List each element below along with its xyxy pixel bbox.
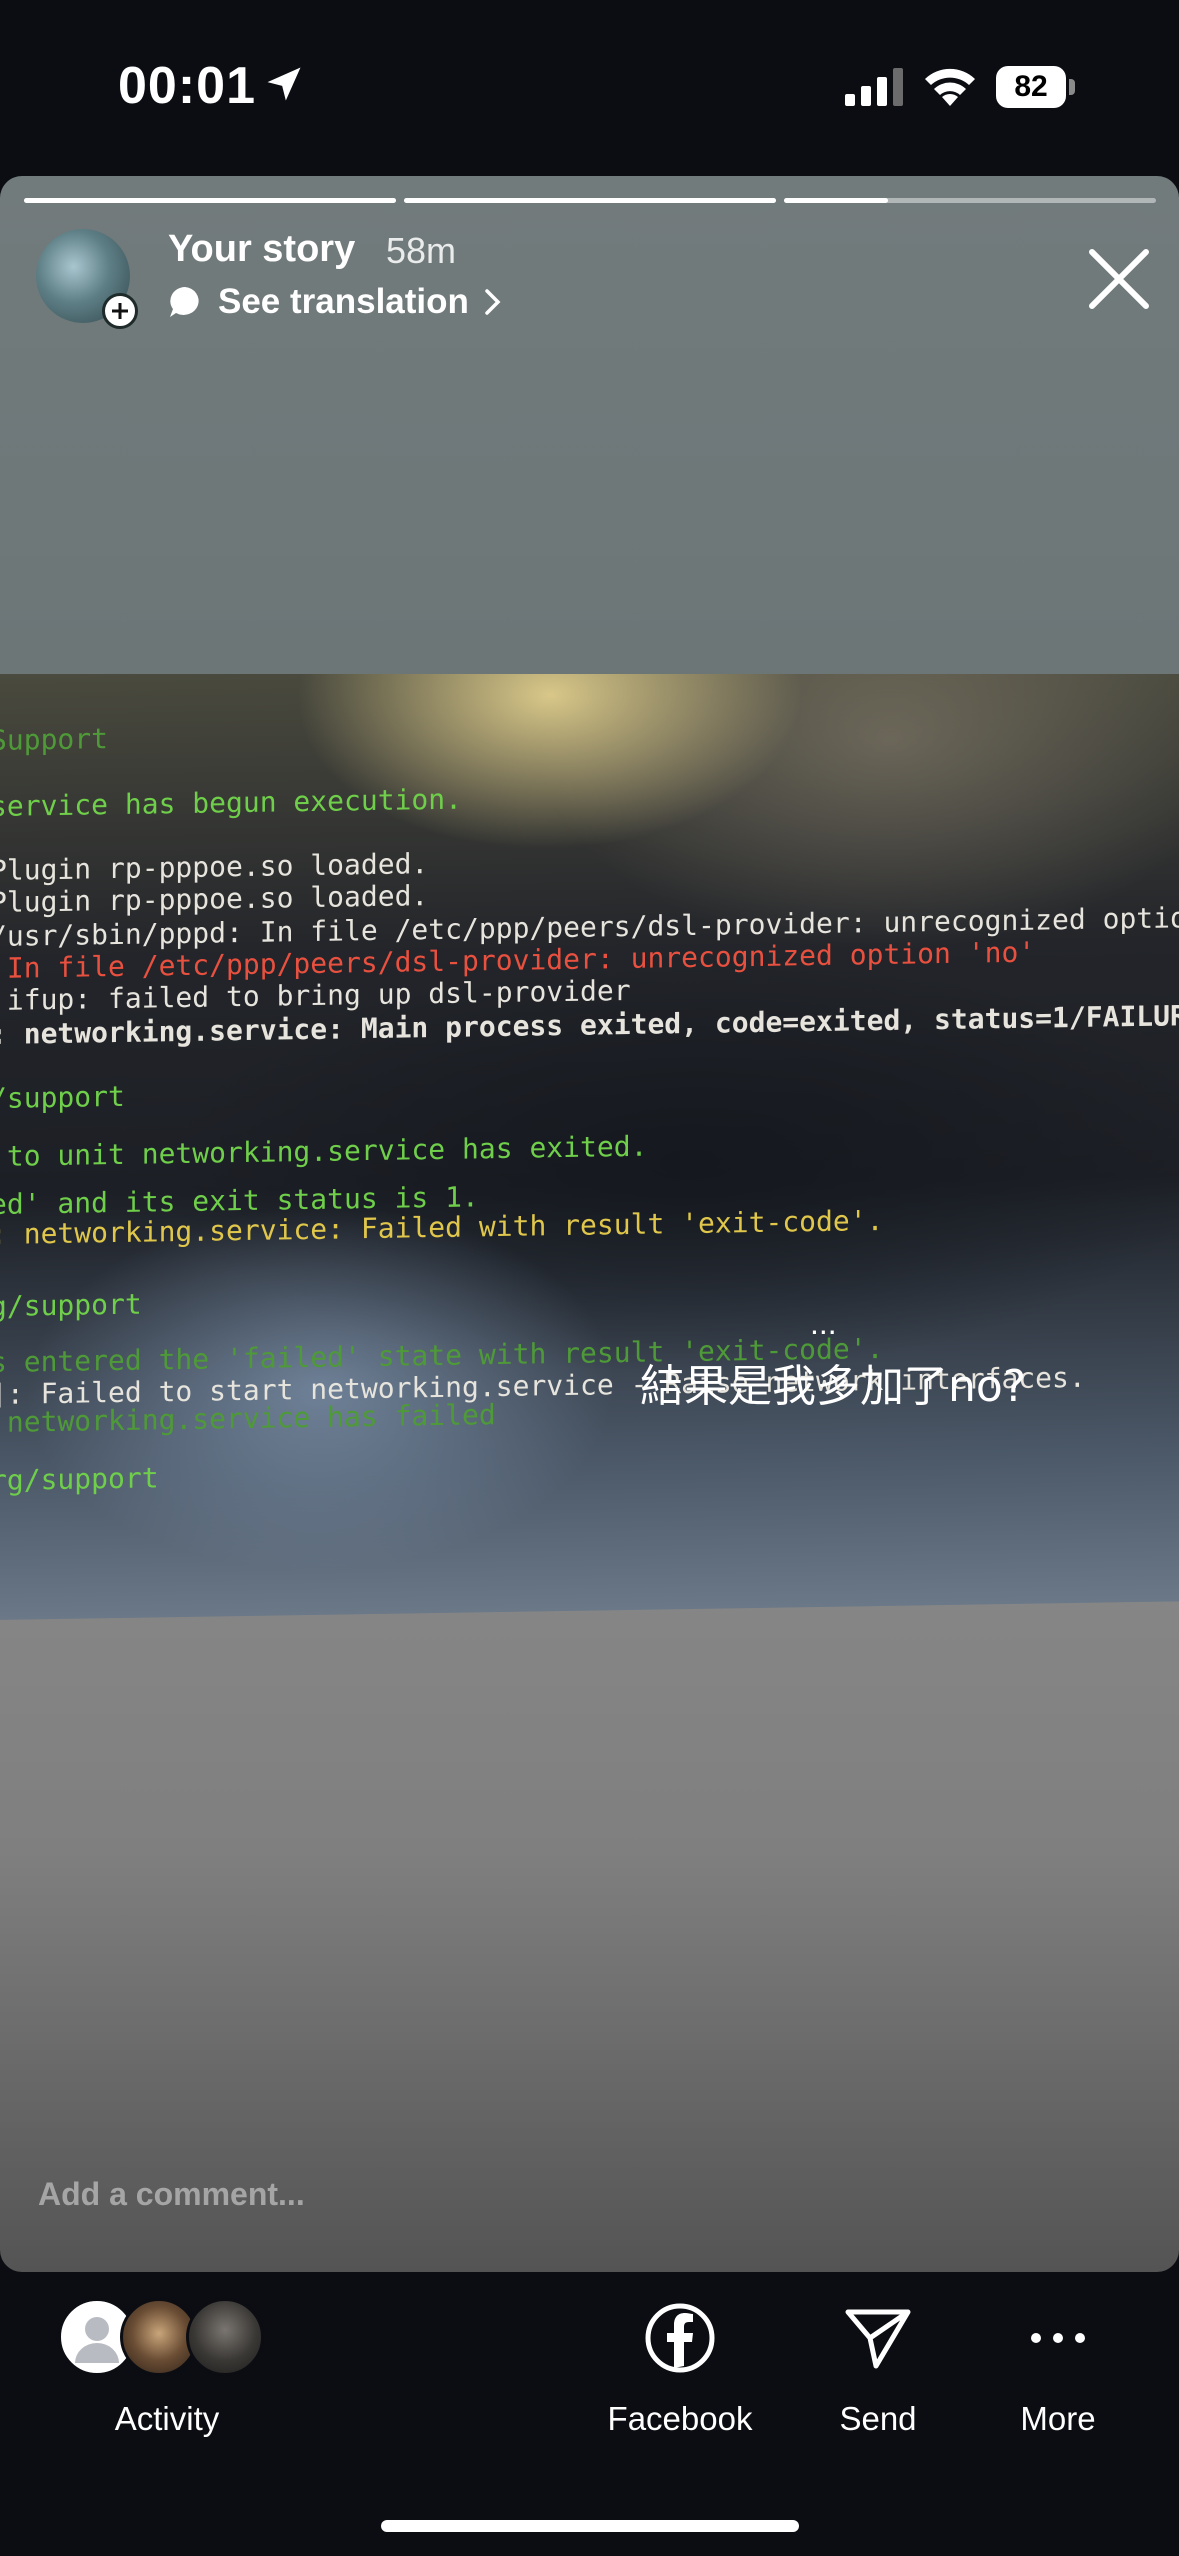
see-translation-label: See translation: [218, 282, 469, 321]
story-text-overlay: 結果是我多加了no?: [640, 1361, 1027, 1412]
send-icon[interactable]: [842, 2302, 914, 2374]
story-progress-segment-2: [404, 198, 776, 203]
story-text-ellipsis: ...: [810, 1305, 837, 1341]
terminal-line: /support: [0, 1079, 125, 1115]
add-story-plus-icon[interactable]: [102, 293, 138, 329]
viewer-avatar: [186, 2298, 264, 2376]
speech-bubble-icon: [170, 287, 199, 317]
comment-input[interactable]: Add a comment...: [38, 2176, 305, 2213]
location-arrow-icon: [267, 67, 301, 101]
home-indicator[interactable]: [381, 2520, 799, 2532]
battery-level: 82: [996, 66, 1066, 108]
close-icon[interactable]: [1084, 244, 1154, 314]
wifi-icon: [925, 68, 975, 106]
cellular-signal-icon: [845, 68, 903, 106]
terminal-screen: Support service has begun execution. Plugi…: [0, 674, 1179, 1620]
terminal-line: service has begun execution.: [0, 782, 463, 823]
terminal-line: to unit networking.service has exited.: [0, 1129, 648, 1173]
battery-indicator: 82: [996, 66, 1076, 108]
more-icon[interactable]: [1022, 2302, 1094, 2374]
see-translation-link[interactable]: See translation: [168, 280, 505, 324]
activity-viewers[interactable]: [58, 2298, 278, 2378]
terminal-line: Plugin rp-pppoe.so loaded.: [0, 879, 429, 919]
story-title[interactable]: Your story: [168, 228, 355, 271]
terminal-line: Support: [0, 722, 109, 757]
terminal-line: networking.service has failed: [0, 1398, 496, 1439]
terminal-line: g/support: [0, 1287, 142, 1323]
facebook-label[interactable]: Facebook: [592, 2400, 768, 2438]
more-label[interactable]: More: [1000, 2400, 1116, 2438]
chevron-right-icon: [485, 289, 501, 315]
activity-label[interactable]: Activity: [92, 2400, 242, 2438]
story-progress-segment-1: [24, 198, 396, 203]
send-label[interactable]: Send: [818, 2400, 938, 2438]
story-timestamp: 58m: [386, 230, 457, 271]
status-time: 00:01: [118, 57, 256, 115]
status-bar: 00:01 82: [0, 0, 1179, 170]
facebook-icon[interactable]: [644, 2302, 716, 2374]
terminal-line: rg/support: [0, 1461, 159, 1497]
story-progress-segment-3: [784, 198, 1156, 203]
story-photo: Support service has begun execution. Plugi…: [0, 674, 1179, 1620]
